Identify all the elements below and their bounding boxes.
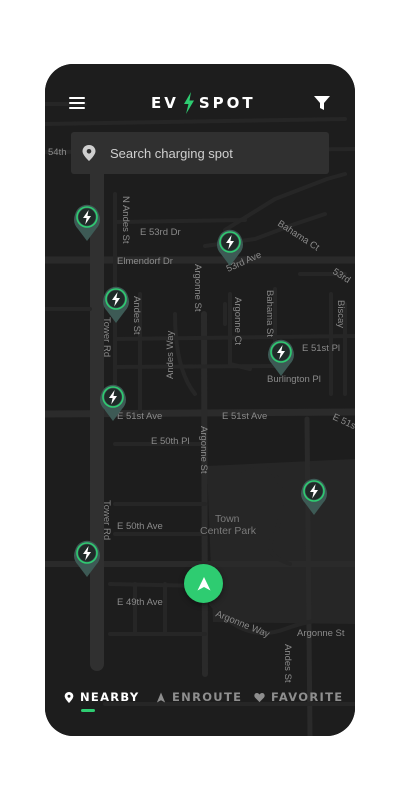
bottom-tab-bar: NEARBY ENROUTE FAVORITE: [45, 674, 355, 736]
active-tab-indicator: [81, 709, 95, 712]
charging-station-marker[interactable]: [299, 476, 329, 516]
charging-station-marker[interactable]: [266, 337, 296, 377]
charging-station-marker[interactable]: [72, 202, 102, 242]
map-label: E 50th Ave: [117, 521, 163, 532]
charging-bolt-icon: [74, 540, 100, 577]
tab-label: FAVORITE: [271, 690, 344, 704]
map-label: Argonne St: [297, 628, 345, 639]
tab-nearby[interactable]: NEARBY: [64, 688, 140, 706]
recenter-navigation-button[interactable]: [184, 564, 223, 603]
brand-text-left: EV: [151, 94, 179, 112]
top-bar: EV SPOT: [45, 64, 355, 124]
map-label: Bahama St: [264, 290, 275, 337]
map-label: 54th: [48, 147, 67, 158]
charging-station-marker[interactable]: [98, 382, 128, 422]
tab-favorite[interactable]: FAVORITE: [254, 688, 343, 706]
filter-funnel-icon[interactable]: [314, 96, 330, 110]
map-label: Town: [215, 513, 240, 525]
tab-enroute[interactable]: ENROUTE: [156, 688, 242, 706]
navigation-arrow-icon: [197, 576, 210, 590]
map-label: Elmendorf Dr: [117, 256, 173, 267]
location-pin-icon: [82, 145, 96, 161]
charging-bolt-icon: [74, 204, 100, 241]
route-arrow-icon: [156, 691, 166, 703]
map-label: E 49th Ave: [117, 597, 163, 608]
app-logo: EV SPOT: [151, 92, 256, 114]
brand-text-right: SPOT: [198, 94, 256, 112]
heart-icon: [254, 692, 265, 702]
bolt-logo-icon: [183, 92, 194, 114]
location-pin-icon: [64, 691, 74, 703]
map-label: E 51st Ave: [222, 411, 267, 422]
phone-screen: 54th N Andes St E 53rd Dr Elmendorf Dr B…: [45, 64, 355, 736]
hamburger-menu-icon[interactable]: [69, 97, 85, 111]
tab-label: NEARBY: [80, 690, 140, 704]
charging-station-marker[interactable]: [101, 284, 131, 324]
map-label: Argonne St: [192, 264, 203, 312]
map-label: Argonne Ct: [232, 297, 243, 345]
map-label: Center Park: [200, 525, 257, 537]
charging-station-marker[interactable]: [215, 227, 245, 267]
charging-bolt-icon: [100, 384, 126, 421]
map-label: Biscay: [335, 300, 346, 328]
map-label: Andes St: [131, 296, 142, 335]
map-label: E 50th Pl: [151, 436, 190, 447]
map-label: Andes Way: [165, 331, 176, 379]
charging-bolt-icon: [301, 478, 327, 515]
map-label: Argonne St: [198, 426, 209, 474]
map-label: Tower Rd: [101, 500, 112, 540]
search-input[interactable]: [110, 145, 310, 161]
charging-bolt-icon: [217, 229, 243, 266]
map-label: N Andes St: [120, 196, 131, 244]
map-label: E 53rd Dr: [140, 227, 181, 238]
tab-label: ENROUTE: [172, 690, 243, 704]
search-bar[interactable]: [71, 132, 329, 174]
charging-bolt-icon: [268, 339, 294, 376]
charging-bolt-icon: [103, 286, 129, 323]
map-label: E 51st Pl: [302, 343, 340, 354]
charging-station-marker[interactable]: [72, 538, 102, 578]
